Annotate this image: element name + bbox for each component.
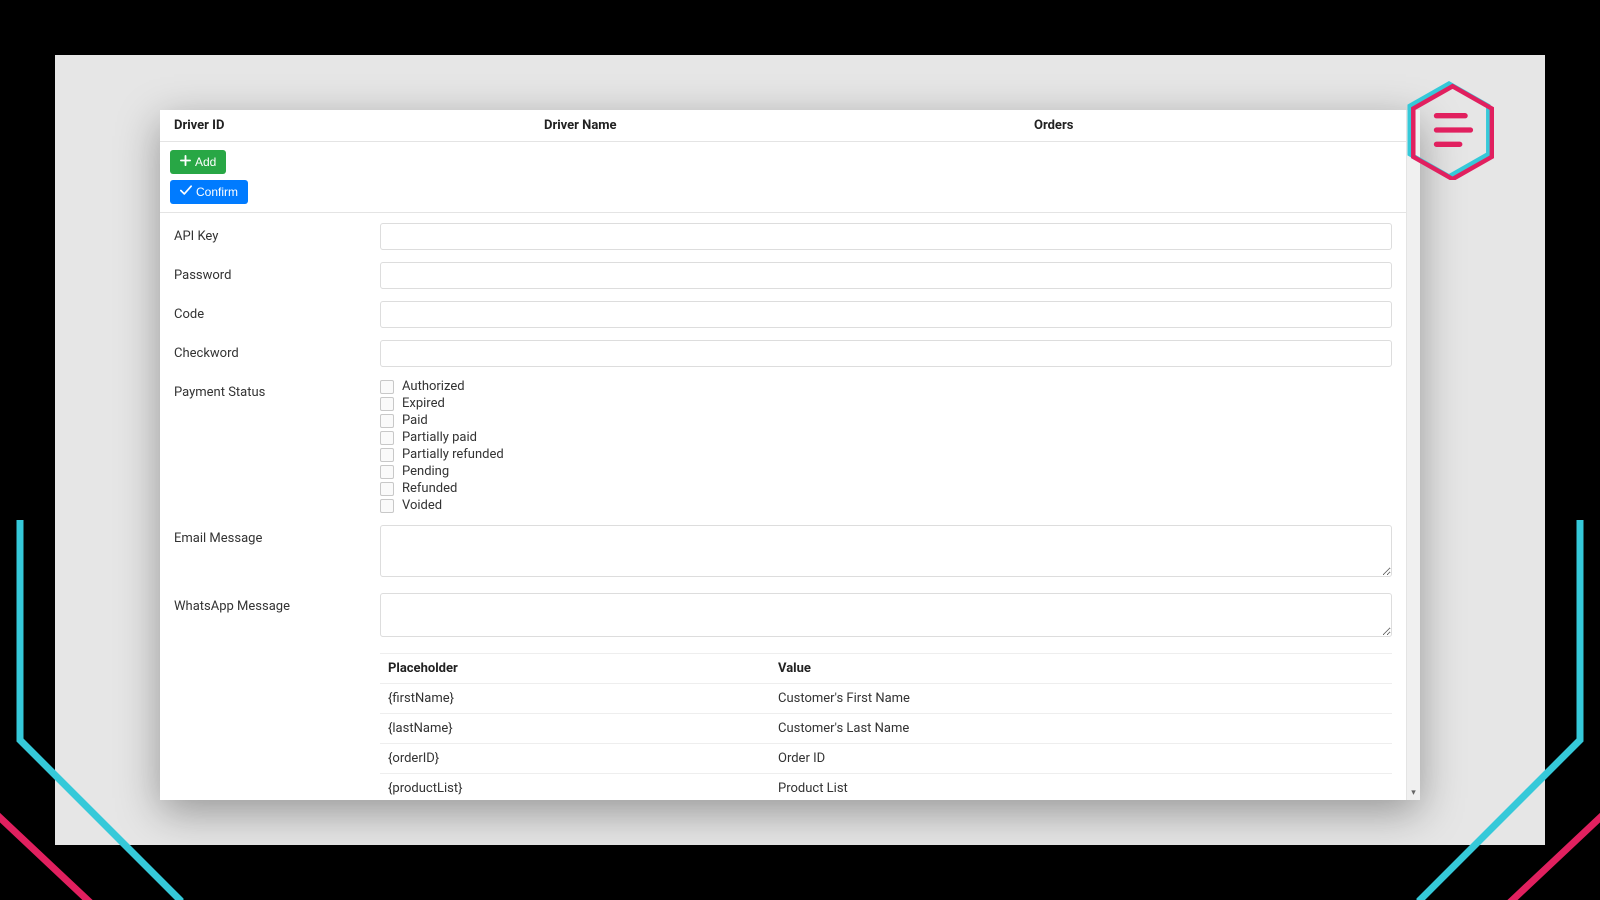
checkbox-authorized[interactable] (380, 380, 394, 394)
add-button[interactable]: Add (170, 150, 226, 174)
whatsapp-message-label: WhatsApp Message (174, 593, 380, 614)
column-driver-name: Driver Name (544, 118, 1034, 133)
whatsapp-message-textarea[interactable] (380, 593, 1392, 637)
payment-status-list: Authorized Expired Paid Partially paid P… (380, 379, 1392, 513)
placeholder-key: {lastName} (388, 721, 778, 736)
scrollbar-down-icon[interactable]: ▾ (1407, 786, 1420, 800)
code-label: Code (174, 301, 380, 322)
checkbox-pending[interactable] (380, 465, 394, 479)
payment-status-option[interactable]: Voided (380, 498, 1392, 513)
drivers-table-header: Driver ID Driver Name Orders (160, 110, 1406, 142)
checkbox-label: Authorized (402, 379, 465, 394)
placeholder-row: {firstName} Customer's First Name (380, 684, 1392, 714)
form-section: API Key Password Code (160, 213, 1406, 800)
checkbox-label: Refunded (402, 481, 457, 496)
payment-status-option[interactable]: Partially refunded (380, 447, 1392, 462)
placeholder-row: {productList} Product List (380, 774, 1392, 800)
action-row: Add Confirm (160, 142, 1406, 213)
checkbox-partially-paid[interactable] (380, 431, 394, 445)
password-input[interactable] (380, 262, 1392, 289)
check-icon (180, 185, 192, 199)
placeholder-table: Placeholder Value {firstName} Customer's… (380, 653, 1392, 800)
checkbox-label: Expired (402, 396, 445, 411)
checkbox-partially-refunded[interactable] (380, 448, 394, 462)
plus-icon (180, 155, 191, 169)
placeholder-key: {firstName} (388, 691, 778, 706)
payment-status-option[interactable]: Pending (380, 464, 1392, 479)
checkbox-label: Partially refunded (402, 447, 504, 462)
email-message-label: Email Message (174, 525, 380, 546)
column-driver-id: Driver ID (174, 118, 544, 133)
checkbox-label: Paid (402, 413, 428, 428)
confirm-button[interactable]: Confirm (170, 180, 248, 204)
placeholder-table-header: Placeholder Value (380, 653, 1392, 684)
email-message-textarea[interactable] (380, 525, 1392, 577)
payment-status-option[interactable]: Paid (380, 413, 1392, 428)
payment-status-option[interactable]: Refunded (380, 481, 1392, 496)
checkword-label: Checkword (174, 340, 380, 361)
password-label: Password (174, 262, 380, 283)
checkbox-voided[interactable] (380, 499, 394, 513)
brand-hexagon-logo (1404, 80, 1494, 180)
checkbox-label: Pending (402, 464, 449, 479)
main-panel: Driver ID Driver Name Orders Add (160, 110, 1420, 800)
checkbox-paid[interactable] (380, 414, 394, 428)
payment-status-option[interactable]: Partially paid (380, 430, 1392, 445)
placeholder-value: Product List (778, 781, 1384, 796)
checkbox-expired[interactable] (380, 397, 394, 411)
api-key-label: API Key (174, 223, 380, 244)
spacer (174, 645, 380, 651)
placeholder-column-placeholder: Placeholder (388, 661, 778, 676)
code-input[interactable] (380, 301, 1392, 328)
checkbox-label: Voided (402, 498, 442, 513)
payment-status-label: Payment Status (174, 379, 380, 400)
placeholder-value: Order ID (778, 751, 1384, 766)
placeholder-key: {orderID} (388, 751, 778, 766)
placeholder-value: Customer's First Name (778, 691, 1384, 706)
placeholder-column-value: Value (778, 661, 1384, 676)
vertical-scrollbar[interactable]: ▾ (1406, 110, 1420, 800)
payment-status-option[interactable]: Authorized (380, 379, 1392, 394)
placeholder-row: {orderID} Order ID (380, 744, 1392, 774)
column-orders: Orders (1034, 118, 1392, 133)
api-key-input[interactable] (380, 223, 1392, 250)
placeholder-key: {productList} (388, 781, 778, 796)
payment-status-option[interactable]: Expired (380, 396, 1392, 411)
confirm-button-label: Confirm (196, 185, 238, 199)
checkbox-label: Partially paid (402, 430, 477, 445)
page-background: Driver ID Driver Name Orders Add (55, 55, 1545, 845)
placeholder-value: Customer's Last Name (778, 721, 1384, 736)
add-button-label: Add (195, 155, 216, 169)
placeholder-row: {lastName} Customer's Last Name (380, 714, 1392, 744)
checkword-input[interactable] (380, 340, 1392, 367)
panel-scroll-area: Driver ID Driver Name Orders Add (160, 110, 1406, 800)
checkbox-refunded[interactable] (380, 482, 394, 496)
